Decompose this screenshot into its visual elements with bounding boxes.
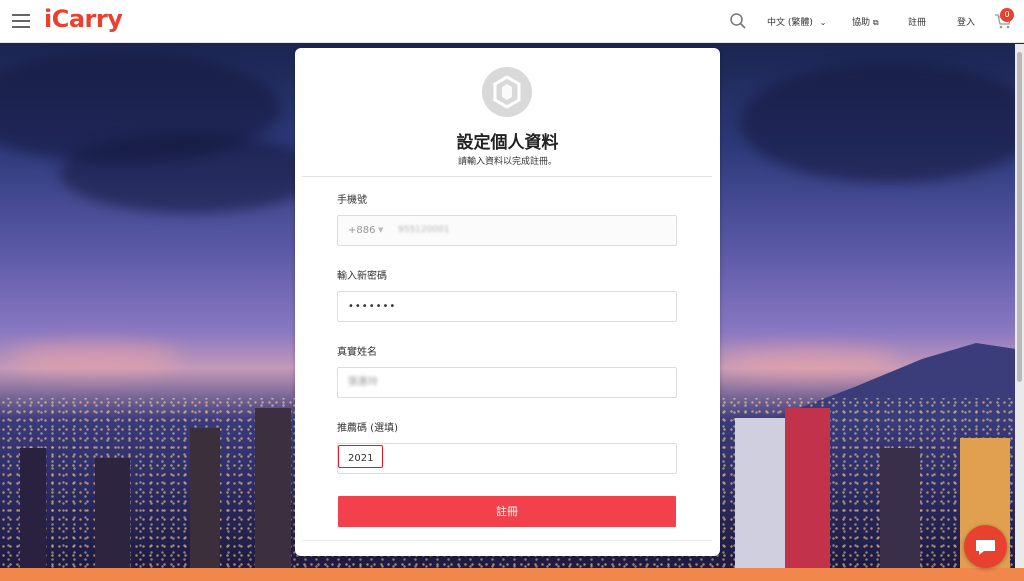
help-label: 協助 — [852, 18, 871, 28]
phone-label: 手機號 — [337, 195, 367, 206]
user-logo-icon — [482, 67, 532, 117]
page-title: 設定個人資料 — [456, 133, 559, 153]
search-icon[interactable] — [729, 12, 747, 30]
referral-label: 推薦碼 (選填) — [337, 423, 398, 434]
phone-field[interactable]: +886 ▼ 955120001 — [337, 215, 677, 246]
divider — [302, 540, 712, 541]
scrollbar-thumb[interactable] — [1017, 52, 1022, 382]
footer-strip — [0, 568, 1024, 581]
password-label: 輸入新密碼 — [337, 271, 387, 282]
name-value: 張惠玲 — [348, 377, 378, 388]
divider — [302, 176, 712, 177]
password-field[interactable]: ••••••• — [337, 291, 677, 322]
name-field[interactable]: 張惠玲 — [337, 367, 677, 398]
menu-icon[interactable] — [12, 14, 30, 28]
cart-count-badge: 0 — [1000, 8, 1014, 22]
caret-down-icon: ▼ — [378, 226, 384, 234]
login-link[interactable]: 登入 — [957, 15, 975, 28]
chat-button[interactable] — [964, 525, 1007, 568]
logo[interactable]: iCarry — [44, 5, 123, 33]
name-label: 真實姓名 — [337, 347, 377, 358]
register-submit-button[interactable]: 註冊 — [338, 496, 676, 527]
chevron-down-icon: ⌄ — [819, 18, 827, 27]
scrollbar[interactable] — [1015, 44, 1024, 568]
external-link-icon: ⧉ — [872, 18, 879, 27]
phone-number-value: 955120001 — [398, 225, 450, 235]
profile-setup-card: 設定個人資料 請輸入資料以完成註冊。 手機號 +886 ▼ 955120001 … — [295, 48, 720, 556]
referral-highlight-box — [338, 445, 383, 468]
chat-icon — [976, 540, 995, 555]
page-subtitle: 請輸入資料以完成註冊。 — [457, 157, 557, 167]
language-selector[interactable]: 中文 (繁體) ⌄ — [767, 15, 826, 28]
country-code-select[interactable]: +886 — [348, 216, 375, 245]
register-link[interactable]: 註冊 — [908, 15, 926, 28]
top-nav: iCarry 中文 (繁體) ⌄ 協助 ⧉ 註冊 登入 0 — [0, 0, 1024, 43]
referral-code-field[interactable]: 2021 — [337, 443, 677, 474]
language-label: 中文 (繁體) — [767, 18, 813, 28]
help-link[interactable]: 協助 ⧉ — [852, 15, 879, 28]
